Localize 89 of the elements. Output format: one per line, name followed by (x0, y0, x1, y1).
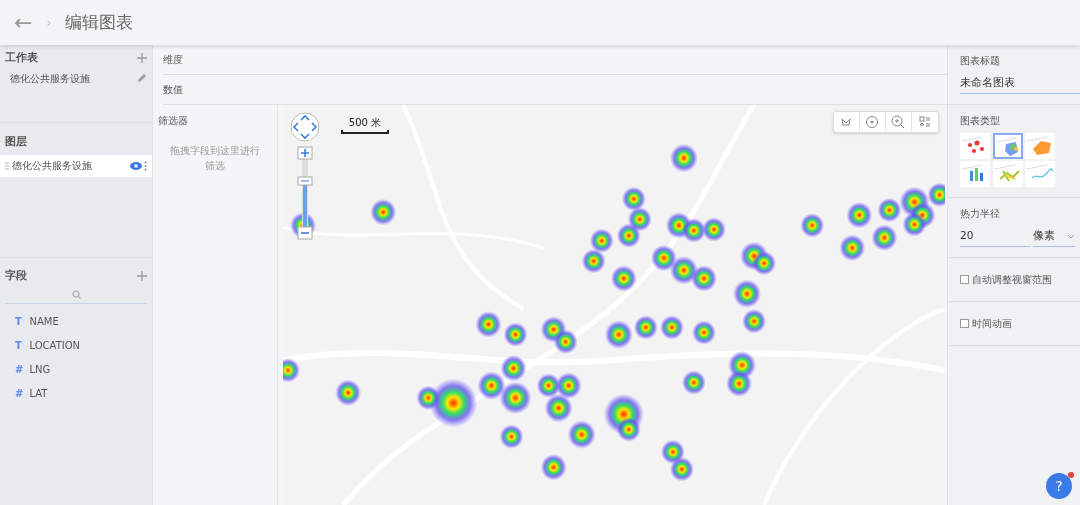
chart-type-option[interactable] (1025, 132, 1055, 159)
heat-spot (581, 248, 606, 274)
checkbox-label: 自动调整视窗范围 (971, 273, 1052, 287)
heat-spot (726, 370, 753, 397)
field-label: 图表标题 (960, 54, 1001, 68)
heat-spot (742, 309, 767, 334)
field-name[interactable]: LNG (29, 361, 51, 377)
field-label: 热力半径 (960, 207, 1001, 222)
scale-label: 500 米 (347, 116, 383, 130)
heat-spot (335, 379, 362, 406)
heat-spot (540, 454, 567, 481)
heat-spot (544, 393, 573, 423)
text-type-icon: T (15, 313, 27, 329)
filter-hint: 拖拽字段到这里进行筛选 (169, 143, 261, 173)
heat-spot (902, 212, 927, 237)
checkbox[interactable] (960, 275, 969, 284)
field-name[interactable]: NAME (29, 313, 59, 329)
heat-spot (871, 224, 898, 251)
heat-spot (650, 244, 677, 272)
heat-spot (733, 279, 762, 309)
heat-spot (839, 234, 866, 262)
heat-spot (589, 228, 614, 253)
heat-spot (669, 457, 694, 482)
checkbox[interactable] (960, 319, 969, 328)
heat-spot (567, 420, 596, 449)
layer-name: 德化公共服务设施 (11, 159, 93, 174)
heat-spot (659, 315, 684, 340)
heat-spot (627, 207, 652, 232)
heat-spot (503, 322, 528, 347)
heat-spot (283, 358, 301, 383)
map-navigation-control[interactable] (289, 111, 321, 241)
heat-spot (800, 213, 825, 238)
section-title: 图层 (5, 134, 27, 149)
worksheet-name[interactable]: 德化公共服务设施 (10, 70, 90, 86)
filter-title: 筛选器 (158, 113, 189, 128)
layer-item[interactable]: 德化公共服务设施 (0, 154, 152, 177)
breadcrumb-separator: › (46, 14, 52, 32)
chart-type-option[interactable] (992, 132, 1023, 159)
heat-spot (681, 218, 706, 243)
number-type-icon: # (15, 385, 27, 401)
number-type-icon: # (15, 361, 27, 377)
field-label: 图表类型 (960, 113, 1001, 128)
add-button[interactable] (137, 52, 147, 63)
heat-spot (500, 355, 527, 382)
heat-spot (690, 265, 717, 292)
radius-input[interactable]: 20 (960, 226, 1030, 247)
heat-spot (499, 424, 524, 449)
scale-bar (341, 130, 389, 134)
shelf-label: 数值 (163, 83, 183, 97)
map[interactable]: 500 米 (283, 105, 945, 505)
chart-type-option[interactable] (960, 132, 990, 159)
pencil-icon[interactable] (137, 73, 147, 84)
heat-spot (555, 372, 582, 399)
more-icon[interactable] (144, 160, 147, 171)
heat-spot (553, 329, 578, 354)
heat-spot (660, 439, 685, 465)
heat-spot (499, 381, 532, 415)
field-name[interactable]: LAT (29, 385, 48, 401)
section-title: 工作表 (5, 50, 38, 65)
field-name[interactable]: LOCATION (29, 337, 81, 353)
heat-spot (616, 223, 641, 248)
heat-spot (846, 201, 873, 229)
page-title: 编辑图表 (65, 10, 134, 34)
heat-spot (610, 265, 637, 292)
shelf-label: 维度 (163, 53, 183, 67)
chart-type-option[interactable] (960, 161, 990, 188)
drag-handle-icon[interactable] (5, 161, 9, 170)
eye-icon[interactable] (129, 161, 142, 170)
unit-select[interactable]: 像素 (1032, 226, 1075, 247)
heat-spot (877, 197, 902, 223)
heat-spot (621, 186, 646, 212)
chart-type-option[interactable] (1025, 161, 1055, 188)
heat-spot (370, 198, 397, 226)
heat-spot (701, 217, 726, 242)
checkbox-label: 时间动画 (971, 317, 1012, 331)
heat-spot (681, 370, 706, 395)
heat-spot (475, 311, 502, 338)
search-icon (71, 290, 81, 300)
text-type-icon: T (15, 337, 27, 353)
add-button[interactable] (137, 270, 147, 281)
heat-spot (633, 315, 658, 340)
heat-spot (752, 250, 777, 276)
chart-title-input[interactable]: 未命名图表 (960, 73, 1080, 94)
heat-spot (691, 320, 716, 345)
heat-spot (669, 143, 698, 173)
section-title: 字段 (5, 268, 27, 283)
heat-spot (604, 320, 633, 349)
chevron-down-icon (1067, 233, 1075, 239)
chart-type-option[interactable] (992, 161, 1023, 188)
